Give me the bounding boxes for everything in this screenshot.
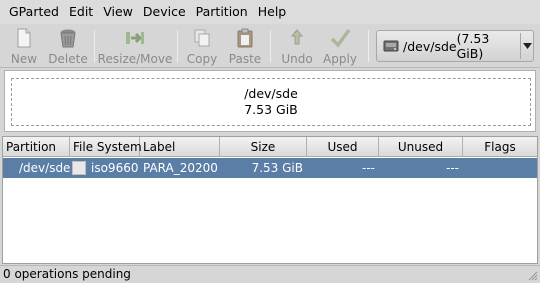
- cell-size: 7.53 GiB: [251, 161, 303, 175]
- status-bar: 0 operations pending: [0, 265, 540, 283]
- disk-graphic-device: /dev/sde: [244, 86, 298, 101]
- delete-button-label: Delete: [48, 52, 88, 66]
- apply-button-label: Apply: [323, 52, 357, 66]
- menu-edit[interactable]: Edit: [64, 0, 98, 24]
- toolbar-separator: [177, 30, 178, 62]
- table-row[interactable]: /dev/sde iso9660 PARA_202001 7.53 GiB --…: [3, 158, 537, 178]
- menu-device[interactable]: Device: [138, 0, 191, 24]
- table-header: Partition File System Label Size Used Un…: [3, 137, 537, 157]
- new-button-label: New: [10, 52, 38, 66]
- copy-icon: [191, 27, 213, 49]
- disk-drive-icon: [383, 38, 399, 54]
- new-document-icon: [13, 27, 35, 49]
- device-selector[interactable]: /dev/sde (7.53 GiB): [376, 30, 534, 62]
- copy-button[interactable]: Copy: [186, 24, 218, 68]
- column-header-partition[interactable]: Partition: [3, 137, 70, 157]
- undo-button[interactable]: Undo: [280, 24, 314, 68]
- toolbar-separator: [368, 30, 369, 62]
- cell-filesystem: iso9660: [91, 161, 139, 175]
- cell-partition: /dev/sde: [19, 161, 71, 175]
- menu-help[interactable]: Help: [253, 0, 292, 24]
- copy-button-label: Copy: [186, 52, 218, 66]
- new-button[interactable]: New: [10, 24, 38, 68]
- cell-label: PARA_202001: [143, 161, 219, 175]
- cell-unused: ---: [446, 161, 459, 175]
- resize-grip-icon[interactable]: [526, 269, 538, 281]
- toolbar-separator: [270, 30, 271, 62]
- undo-button-label: Undo: [281, 52, 313, 66]
- filesystem-color-swatch: [72, 161, 86, 175]
- paste-clipboard-icon: [234, 27, 256, 49]
- resize-move-icon: [124, 27, 146, 49]
- column-header-filesystem[interactable]: File System: [70, 137, 142, 157]
- column-header-label[interactable]: Label: [140, 137, 220, 157]
- menubar: GParted Edit View Device Partition Help: [0, 0, 540, 24]
- menu-view[interactable]: View: [98, 0, 138, 24]
- device-selector-size: (7.53 GiB): [456, 31, 490, 61]
- column-header-unused[interactable]: Unused: [379, 137, 463, 157]
- delete-button[interactable]: Delete: [48, 24, 88, 68]
- device-selector-device: /dev/sde: [403, 38, 457, 54]
- checkmark-icon: [329, 27, 351, 49]
- paste-button-label: Paste: [228, 52, 262, 66]
- column-header-flags[interactable]: Flags: [463, 137, 537, 157]
- resize-move-button-label: Resize/Move: [97, 52, 173, 66]
- undo-arrow-icon: [286, 27, 308, 49]
- toolbar-separator: [94, 30, 95, 62]
- paste-button[interactable]: Paste: [228, 24, 262, 68]
- menu-partition[interactable]: Partition: [191, 0, 253, 24]
- cell-flags: [463, 158, 535, 178]
- cell-used: ---: [362, 161, 375, 175]
- trash-icon: [57, 27, 79, 49]
- disk-graphic-partition[interactable]: /dev/sde 7.53 GiB: [11, 78, 531, 126]
- column-header-used[interactable]: Used: [307, 137, 379, 157]
- chevron-down-icon: [520, 33, 533, 59]
- partition-table: Partition File System Label Size Used Un…: [2, 136, 538, 264]
- resize-move-button[interactable]: Resize/Move: [97, 24, 173, 68]
- apply-button[interactable]: Apply: [322, 24, 358, 68]
- status-text: 0 operations pending: [3, 267, 131, 281]
- disk-graphic: /dev/sde 7.53 GiB: [4, 70, 536, 132]
- column-header-size[interactable]: Size: [220, 137, 307, 157]
- disk-graphic-size: 7.53 GiB: [244, 102, 298, 117]
- menu-gparted[interactable]: GParted: [4, 0, 64, 24]
